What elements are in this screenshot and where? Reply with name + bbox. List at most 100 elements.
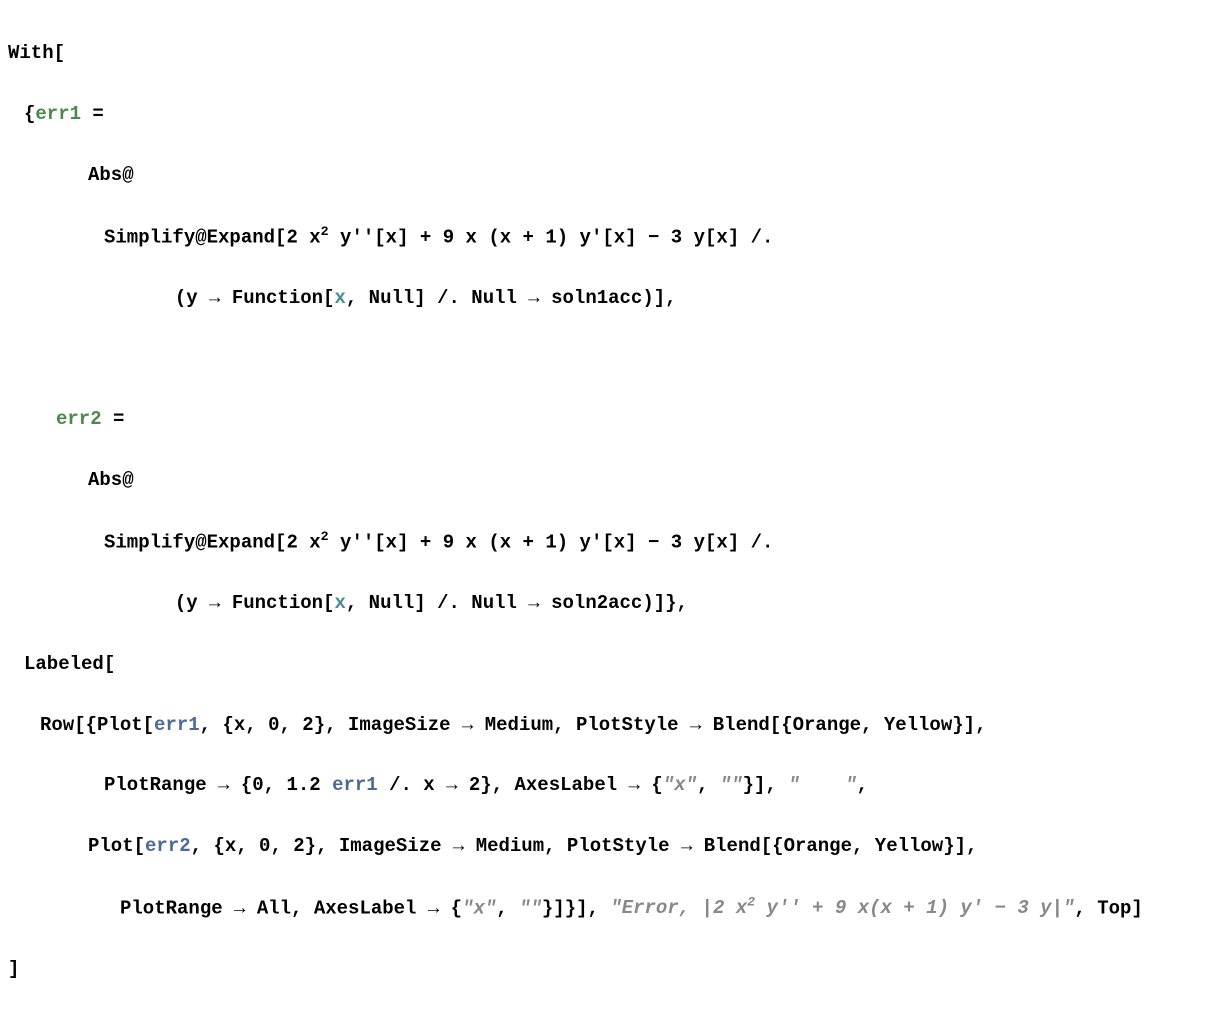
expr-text: Orange, Yellow [793,714,953,736]
expr-text: x, 0, 2 [234,714,314,736]
comma: , [200,714,223,736]
comma: , [765,774,788,796]
close-brackets: }] [743,774,766,796]
option-axeslabel: , AxesLabel → [492,774,652,796]
close-bracket: ] [1131,897,1142,919]
code-line-13: Plot[err2, {x, 0, 2}, ImageSize → Medium… [8,831,1206,861]
expr-text: , Null [346,592,414,614]
at-op: @ [195,226,206,248]
expr-text: x [716,226,727,248]
function-simplify: Simplify [104,531,195,553]
code-line-12: PlotRange → {0, 1.2 err1 /. x → 2}, Axes… [8,770,1206,800]
expr-text: Orange, Yellow [784,835,944,857]
open-bracket: [ [143,714,154,736]
close-brackets: )]} [642,592,676,614]
close-brackets: }] [952,714,975,736]
code-line-14: PlotRange → All, AxesLabel → {"x", ""}]}… [8,892,1206,924]
open-bracket: [ [374,226,385,248]
close-brace: } [480,774,491,796]
close-bracket: ] [414,287,425,309]
code-line-15: ] [8,954,1206,984]
expr-text: x [614,226,625,248]
comma: , [677,592,688,614]
expr-text: 2 x [286,531,320,553]
open-bracket: [ [54,42,65,64]
string-error-label: "Error, |2 x2 y'' + 9 x(x + 1) y' − 3 y|… [610,897,1074,919]
code-line-7: Abs@ [8,465,1206,495]
expr-text: x [716,531,727,553]
function-with: With [8,42,54,64]
function-expand: Expand [207,226,275,248]
function-abs: Abs [88,164,122,186]
replace-op: /. [739,531,773,553]
at-op: @ [122,469,133,491]
open-paren: ( [488,226,499,248]
expr-text: x + 1 [500,226,557,248]
expr-text: − 3 y [637,226,705,248]
expr-text: 2 x [286,226,320,248]
open-paren: ( [175,287,186,309]
expr-text: , Null [346,287,414,309]
comma: , [966,835,977,857]
variable-err1-ref: err1 [154,714,200,736]
function-labeled: Labeled [24,653,104,675]
open-bracket: [ [323,592,334,614]
expr-text: y'' [329,531,375,553]
function-plot: Plot [88,835,134,857]
open-bracket: [ [705,531,716,553]
expr-text: − 3 y [637,531,705,553]
comma: , [191,835,214,857]
open-brace: { [451,897,462,919]
close-brace: } [305,835,316,857]
code-line-1: With[ [8,38,1206,68]
expr-text: y' [568,531,602,553]
expr-text: , ImageSize → Medium, PlotStyle → Blend [316,835,761,857]
variable-err1: err1 [35,103,81,125]
variable-err1-ref: err1 [332,774,378,796]
function-simplify: Simplify [104,226,195,248]
comma: , [588,897,611,919]
close-paren: ) [557,226,568,248]
open-bracket: [ [705,226,716,248]
comma: , [857,774,868,796]
expr-text: x + 1 [500,531,557,553]
close-bracket: ] [625,226,636,248]
close-brackets: }]}] [542,897,588,919]
superscript-2: 2 [321,224,329,239]
option-plotrange: PlotRange → All, AxesLabel → [120,897,451,919]
function-plot: Plot [97,714,143,736]
expr-text: x, 0, 2 [225,835,305,857]
expr-text: y'' [329,226,375,248]
superscript-2: 2 [321,529,329,544]
expr-text: + 9 x [408,226,488,248]
function-row: Row [40,714,74,736]
close-bracket: ] [8,958,19,980]
at-op: @ [122,164,133,186]
open-bracket: [ [602,531,613,553]
expr-text: y → Function [186,592,323,614]
open-brackets: [{ [74,714,97,736]
open-brace: { [222,714,233,736]
variable-err2: err2 [56,408,102,430]
close-bracket: ] [728,226,739,248]
function-arg-x: x [334,287,345,309]
mathematica-code-cell[interactable]: With[ {err1 = Abs@ Simplify@Expand[2 x2 … [8,8,1206,1015]
code-line-2: {err1 = [8,99,1206,129]
comma: , [496,897,519,919]
string-x: "x" [462,897,496,919]
open-bracket: [ [323,287,334,309]
expr-text: , Top [1074,897,1131,919]
open-paren: ( [488,531,499,553]
close-bracket: ] [625,531,636,553]
expr-text: 0, 1.2 [252,774,332,796]
variable-err2-ref: err2 [145,835,191,857]
expr-text: /. x → 2 [378,774,481,796]
open-bracket: [ [374,531,385,553]
function-expand: Expand [207,531,275,553]
expr-text: + 9 x [408,531,488,553]
close-brackets: )] [642,287,665,309]
expr-text: , ImageSize → Medium, PlotStyle → Blend [325,714,770,736]
expr-text: x [386,226,397,248]
code-line-4: Simplify@Expand[2 x2 y''[x] + 9 x (x + 1… [8,221,1206,253]
code-line-5: (y → Function[x, Null] /. Null → soln1ac… [8,283,1206,313]
